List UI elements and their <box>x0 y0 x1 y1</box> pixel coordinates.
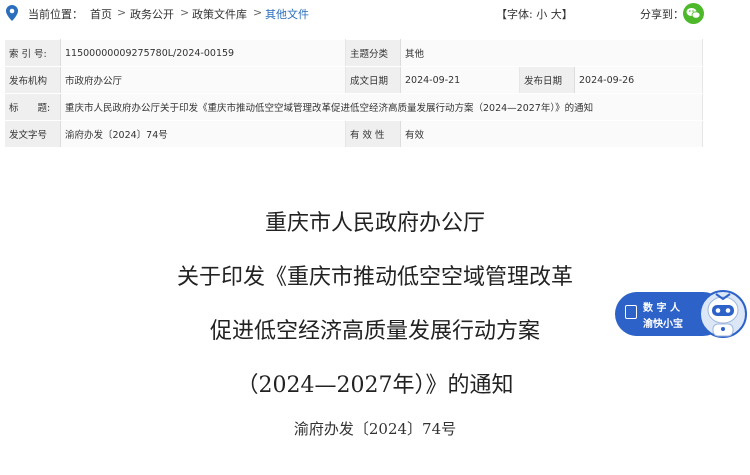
breadcrumb-policy-library[interactable]: 政策文件库 <box>192 6 247 22</box>
document-title-line: 重庆市人民政府办公厅 <box>264 211 485 236</box>
info-row: 索 引 号: 11500000009275780L/2024-00159 主题分… <box>5 39 703 67</box>
breadcrumb-other-files[interactable]: 其他文件 <box>265 6 309 22</box>
info-row: 发文字号 渝府办发〔2024〕74号 有 效 性 有效 <box>5 120 703 148</box>
font-size-suffix: 】 <box>561 8 573 21</box>
wechat-icon[interactable] <box>683 3 704 24</box>
breadcrumb-separator: > <box>253 6 263 19</box>
issuer-label: 发布机构 <box>5 66 61 94</box>
digital-assistant-button[interactable]: 数 字 人 渝快小宝 <box>613 286 747 342</box>
font-size-small-button[interactable]: 小 <box>536 8 547 21</box>
subject-value: 其他 <box>400 39 703 67</box>
subject-label: 主题分类 <box>345 39 401 67</box>
issuer-value: 市政府办公厅 <box>60 66 346 94</box>
published-value: 2024-09-26 <box>574 66 703 94</box>
share-label: 分享到： <box>640 8 684 21</box>
docno-value: 渝府办发〔2024〕74号 <box>60 120 346 148</box>
breadcrumb-home[interactable]: 首页 <box>90 6 112 22</box>
info-row: 发布机构 市政府办公厅 成文日期 2024-09-21 发布日期 2024-09… <box>5 66 703 94</box>
document-number: 渝府办发〔2024〕74号 <box>293 420 457 438</box>
document-info-table: 索 引 号: 11500000009275780L/2024-00159 主题分… <box>5 39 703 148</box>
docno-label: 发文字号 <box>5 120 61 148</box>
index-value: 11500000009275780L/2024-00159 <box>60 39 346 67</box>
font-size-switcher: 【字体: 小 大】 <box>496 6 573 22</box>
published-label: 发布日期 <box>519 66 575 94</box>
title-label: 标 题: <box>5 93 61 121</box>
validity-value: 有效 <box>400 120 703 148</box>
breadcrumb-current-label: 当前位置： <box>28 8 83 21</box>
breadcrumb-separator: > <box>117 6 127 19</box>
document-icon <box>625 305 637 319</box>
created-label: 成文日期 <box>345 66 401 94</box>
title-value: 重庆市人民政府办公厅关于印发《重庆市推动低空空域管理改革促进低空经济高质量发展行… <box>60 93 703 121</box>
location-pin-icon <box>6 5 18 21</box>
robot-avatar-icon <box>699 290 747 338</box>
validity-label: 有 效 性 <box>345 120 401 148</box>
assistant-line2: 渝快小宝 <box>643 319 683 330</box>
font-size-prefix: 【字体: <box>496 8 533 21</box>
created-value: 2024-09-21 <box>400 66 520 94</box>
breadcrumb-separator: > <box>180 6 190 19</box>
document-title-line: （2024—2027年）》的通知 <box>236 373 514 398</box>
assistant-line1: 数 字 人 <box>643 303 680 314</box>
index-label: 索 引 号: <box>5 39 61 67</box>
info-row: 标 题: 重庆市人民政府办公厅关于印发《重庆市推动低空空域管理改革促进低空经济高… <box>5 93 703 121</box>
top-bar: 当前位置： 首页 > 政务公开 > 政策文件库 > 其他文件 【字体: 小 大】… <box>0 0 750 28</box>
breadcrumb-gov-affairs[interactable]: 政务公开 <box>130 6 174 22</box>
font-size-large-button[interactable]: 大 <box>551 8 562 21</box>
